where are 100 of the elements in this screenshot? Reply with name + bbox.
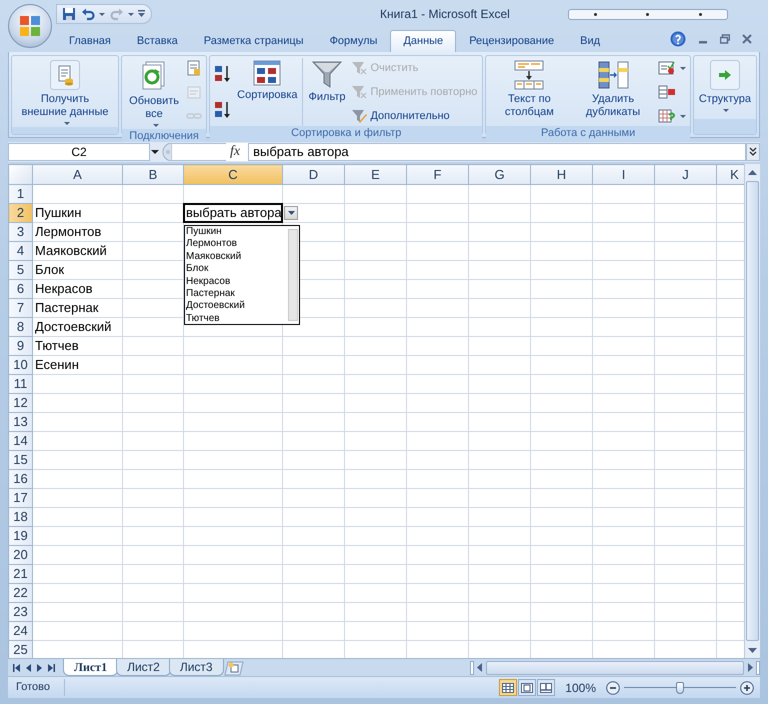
row-header[interactable]: 20 xyxy=(8,546,32,564)
insert-sheet-icon[interactable] xyxy=(222,660,244,676)
column-header[interactable]: A xyxy=(32,164,122,184)
list-option[interactable]: Достоевский xyxy=(186,300,286,313)
arrow-left-icon[interactable] xyxy=(476,663,484,672)
ribbon-button[interactable]: Сортировка xyxy=(235,58,300,104)
customize-icon[interactable] xyxy=(138,10,145,18)
name-box[interactable]: C2 xyxy=(8,143,150,161)
ribbon-tab[interactable]: Разметка страницы xyxy=(190,30,317,52)
column-header[interactable]: K xyxy=(716,164,744,184)
row-header[interactable]: 12 xyxy=(8,394,32,412)
row-header[interactable]: 19 xyxy=(8,526,32,546)
zoom-out-icon[interactable] xyxy=(606,680,620,694)
row-header[interactable]: 14 xyxy=(8,432,32,450)
ribbon-tab[interactable]: Данные xyxy=(390,30,456,52)
column-header[interactable]: F xyxy=(406,164,468,184)
row-header[interactable]: 3 xyxy=(8,222,32,242)
view-button[interactable] xyxy=(518,679,536,696)
scrollbar[interactable] xyxy=(288,229,298,321)
expand-icon[interactable] xyxy=(746,143,760,161)
insert-function-button[interactable]: fx xyxy=(226,143,248,161)
row-header[interactable]: 25 xyxy=(8,640,32,658)
column-header[interactable]: I xyxy=(592,164,654,184)
column-header[interactable]: B xyxy=(122,164,184,184)
question-icon xyxy=(658,108,676,124)
row-header[interactable]: 18 xyxy=(8,508,32,526)
list-option[interactable]: Блок xyxy=(186,263,286,276)
row-header[interactable]: 5 xyxy=(8,260,32,280)
ribbon-button[interactable]: Фильтр xyxy=(306,58,348,106)
cell-text: Блок xyxy=(34,262,64,278)
slider-thumb[interactable] xyxy=(676,682,684,694)
column-header[interactable]: D xyxy=(282,164,344,184)
arrow-up-icon[interactable] xyxy=(748,170,757,174)
row-header[interactable]: 23 xyxy=(8,602,32,622)
ribbon-button[interactable]: Удалить дубликаты xyxy=(571,58,655,121)
dropdown-button[interactable] xyxy=(284,206,298,220)
arrow-right-icon[interactable] xyxy=(746,663,754,672)
column-header[interactable]: H xyxy=(530,164,592,184)
split-handle-icon[interactable] xyxy=(470,660,474,674)
sheet-tab[interactable]: Лист2 xyxy=(116,659,171,676)
row-header[interactable]: 11 xyxy=(8,374,32,394)
handle-icon[interactable] xyxy=(160,143,172,161)
arrow-down-icon[interactable] xyxy=(748,648,757,652)
scrollbar-thumb[interactable] xyxy=(486,660,744,674)
cell-text: Тютчев xyxy=(34,338,79,354)
list-option[interactable]: Лермонтов xyxy=(186,238,286,251)
column-header[interactable]: J xyxy=(654,164,716,184)
row-header[interactable]: 9 xyxy=(8,336,32,356)
row-header[interactable]: 2 xyxy=(8,204,32,222)
zoom-level[interactable]: 100% xyxy=(555,678,606,696)
row-header[interactable]: 4 xyxy=(8,242,32,260)
ribbon-tab[interactable]: Формулы xyxy=(316,30,390,52)
next-sheet-icon[interactable] xyxy=(37,664,42,672)
close-icon[interactable] xyxy=(742,34,752,44)
list-option[interactable]: Тютчев xyxy=(186,312,286,326)
first-sheet-icon[interactable] xyxy=(13,664,20,672)
row-header[interactable]: 7 xyxy=(8,298,32,318)
list-option[interactable]: Пушкин xyxy=(186,226,286,238)
row-header[interactable]: 17 xyxy=(8,488,32,508)
cell-text: Пушкин xyxy=(34,205,82,221)
last-sheet-icon[interactable] xyxy=(48,664,55,672)
row-header[interactable]: 13 xyxy=(8,412,32,432)
row-header[interactable]: 8 xyxy=(8,318,32,336)
ribbon-button[interactable]: Дополнительно xyxy=(349,106,480,126)
restore-icon[interactable] xyxy=(720,34,730,44)
ribbon-button[interactable]: Текст по столбцам xyxy=(489,58,570,121)
sheet-tab[interactable]: Лист1 xyxy=(63,659,118,676)
ribbon-tab[interactable]: Рецензирование xyxy=(456,30,568,52)
column-header[interactable]: C xyxy=(184,164,282,184)
ribbon-tab[interactable]: Главная xyxy=(56,30,124,52)
view-button[interactable] xyxy=(537,679,556,696)
row-header[interactable]: 24 xyxy=(8,622,32,640)
row-header[interactable]: 10 xyxy=(8,356,32,374)
ribbon-button[interactable]: Структура xyxy=(696,58,753,114)
list-option[interactable]: Пастернак xyxy=(186,288,286,300)
undo-icon xyxy=(81,7,95,21)
office-button[interactable] xyxy=(8,4,52,48)
view-button[interactable] xyxy=(499,679,518,696)
ribbon-tab[interactable]: Вид xyxy=(567,30,614,52)
ribbon-tab[interactable]: Вставка xyxy=(124,30,191,52)
split-handle-icon[interactable] xyxy=(756,660,760,674)
ribbon-button[interactable]: Получить внешние данные xyxy=(15,58,115,127)
caret-icon[interactable] xyxy=(150,148,160,156)
row-header[interactable]: 6 xyxy=(8,280,32,298)
row-header[interactable]: 16 xyxy=(8,470,32,488)
list-option[interactable]: Маяковский xyxy=(186,250,286,264)
help-icon[interactable] xyxy=(670,31,686,47)
list-option[interactable]: Некрасов xyxy=(186,276,286,288)
active-cell[interactable]: выбрать автора xyxy=(183,203,283,223)
row-header[interactable]: 22 xyxy=(8,584,32,602)
row-header[interactable]: 21 xyxy=(8,564,32,584)
zoom-in-icon[interactable] xyxy=(740,680,754,694)
previous-sheet-icon[interactable] xyxy=(26,664,31,672)
row-header[interactable]: 1 xyxy=(8,184,32,204)
row-header[interactable]: 15 xyxy=(8,450,32,470)
formula-field[interactable]: выбрать автора xyxy=(248,143,746,161)
scrollbar-thumb[interactable] xyxy=(746,181,759,641)
column-header[interactable]: G xyxy=(468,164,530,184)
column-header[interactable]: E xyxy=(344,164,406,184)
ribbon-button[interactable]: Обновить все xyxy=(125,58,184,129)
